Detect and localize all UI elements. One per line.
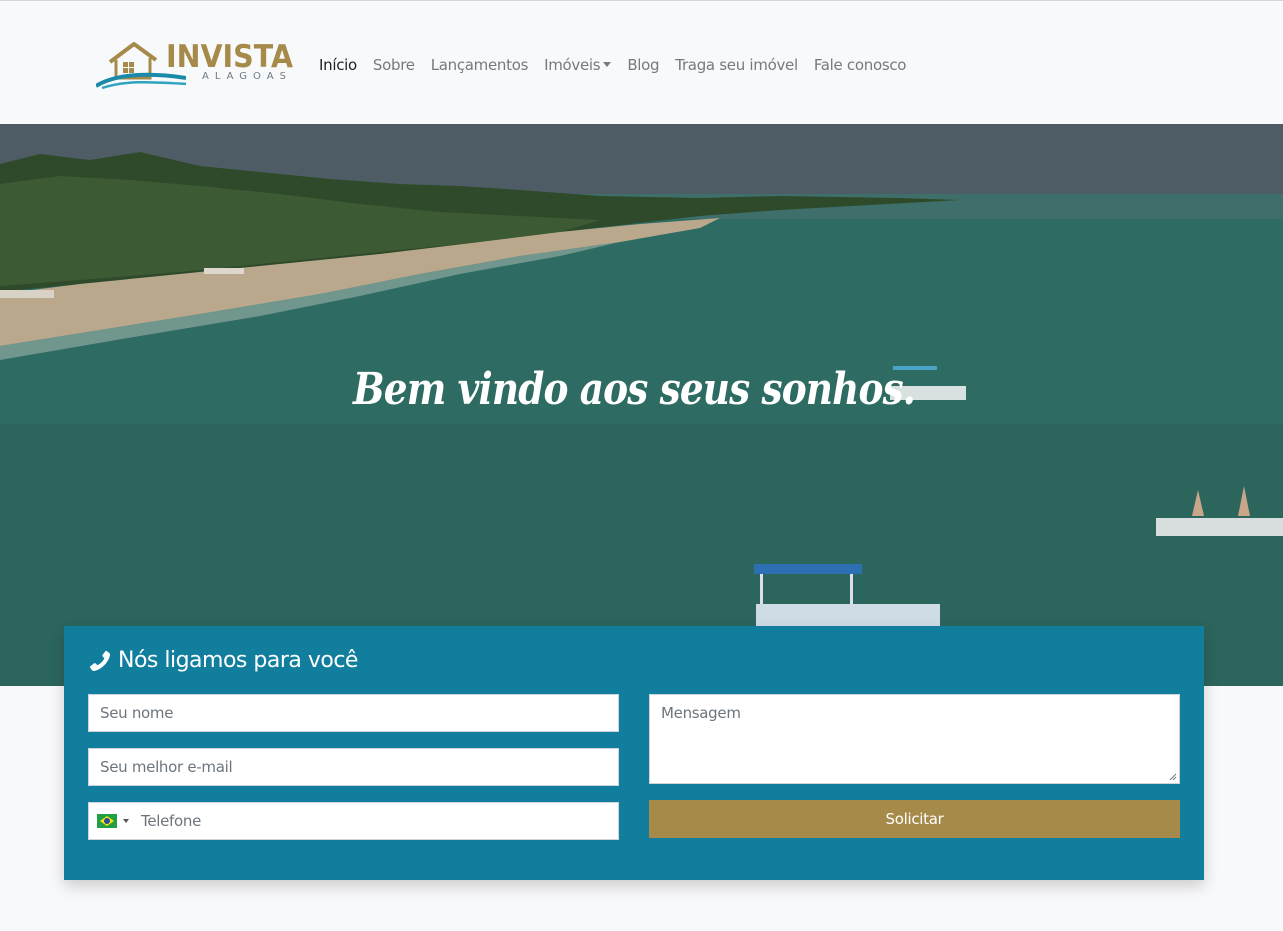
nav-item-blog[interactable]: Blog	[619, 55, 667, 75]
nav-item-lancamentos[interactable]: Lançamentos	[423, 55, 536, 75]
phone-icon	[89, 650, 111, 671]
site-logo[interactable]: INVISTA ALAGOAS	[96, 38, 296, 90]
email-input[interactable]: Seu melhor e-mail	[88, 748, 619, 786]
phone-input[interactable]: Telefone	[88, 802, 619, 840]
hero-title: Bem vindo aos seus sonhos.	[353, 364, 916, 415]
name-input[interactable]: Seu nome	[88, 694, 619, 732]
nav-item-imoveis-label: Imóveis	[544, 56, 601, 74]
message-textarea[interactable]: Mensagem	[649, 694, 1180, 784]
hero-banner: Bem vindo aos seus sonhos.	[0, 124, 1283, 686]
site-header: INVISTA ALAGOAS Início Sobre Lançamentos…	[0, 1, 1283, 124]
nav-item-traga-seu-imovel[interactable]: Traga seu imóvel	[667, 55, 806, 75]
message-textarea-placeholder: Mensagem	[661, 704, 741, 722]
country-caret-icon[interactable]	[123, 819, 129, 823]
callback-form-card: Nós ligamos para você Seu nome Seu melho…	[64, 626, 1204, 880]
name-input-placeholder: Seu nome	[100, 704, 174, 722]
phone-input-placeholder: Telefone	[141, 812, 202, 830]
brand-subtitle: ALAGOAS	[202, 71, 292, 82]
main-nav: Início Sobre Lançamentos Imóveis Blog Tr…	[311, 53, 914, 77]
caret-down-icon	[603, 62, 612, 67]
nav-item-fale-conosco[interactable]: Fale conosco	[806, 55, 914, 75]
brand-name: INVISTA	[166, 39, 294, 75]
email-input-placeholder: Seu melhor e-mail	[100, 758, 233, 776]
nav-item-inicio[interactable]: Início	[311, 55, 365, 75]
nav-item-sobre[interactable]: Sobre	[365, 55, 423, 75]
callback-title-text: Nós ligamos para você	[118, 648, 358, 673]
nav-item-imoveis[interactable]: Imóveis	[536, 55, 619, 75]
submit-button[interactable]: Solicitar	[649, 800, 1180, 838]
resize-handle-icon[interactable]	[1169, 773, 1177, 781]
brazil-flag-icon[interactable]	[97, 814, 117, 828]
callback-title: Nós ligamos para você	[88, 648, 358, 673]
